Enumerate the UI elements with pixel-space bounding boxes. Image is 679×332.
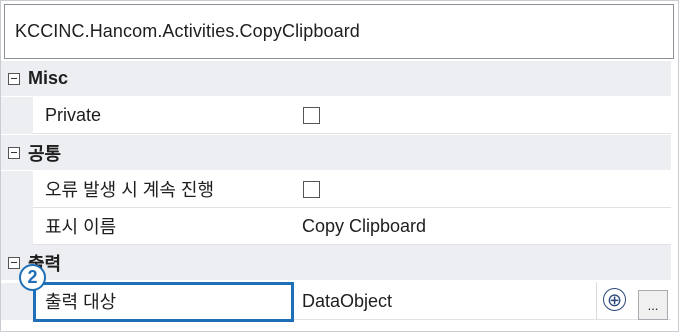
activity-type-label: KCCINC.Hancom.Activities.CopyClipboard <box>15 21 360 41</box>
property-name: 출력 대상 <box>33 283 292 320</box>
property-row-continue-on-error: 오류 발생 시 계속 진행 <box>1 171 671 208</box>
property-name: 오류 발생 시 계속 진행 <box>33 171 292 208</box>
collapse-icon[interactable] <box>8 256 20 269</box>
category-output[interactable]: 출력 <box>1 245 671 280</box>
ellipsis-label: ... <box>647 298 659 313</box>
plus-circle-icon: ⊕ <box>606 289 623 310</box>
category-label: 공통 <box>28 143 62 164</box>
step-number: 2 <box>27 267 38 287</box>
continue-on-error-checkbox[interactable] <box>303 180 320 198</box>
row-gutter <box>1 171 33 208</box>
property-name: Private <box>33 97 292 134</box>
property-value <box>292 97 671 134</box>
property-name: 표시 이름 <box>33 208 292 245</box>
property-row-output-target: 출력 대상 DataObject <box>1 283 671 320</box>
add-variable-icon[interactable]: ⊕ <box>603 288 626 311</box>
collapse-icon[interactable] <box>8 146 20 159</box>
step-number-badge: 2 <box>19 264 46 291</box>
category-label: Misc <box>28 68 69 88</box>
property-value <box>292 171 671 208</box>
property-row-display-name: 표시 이름 Copy Clipboard <box>1 208 671 245</box>
properties-panel: KCCINC.Hancom.Activities.CopyClipboard M… <box>0 0 679 332</box>
value-divider <box>596 282 597 319</box>
row-gutter <box>1 208 33 245</box>
collapse-icon[interactable] <box>8 72 20 85</box>
display-name-field[interactable]: Copy Clipboard <box>292 208 671 245</box>
property-row-private: Private <box>1 97 671 134</box>
output-target-value: DataObject <box>302 290 393 311</box>
category-common[interactable]: 공통 <box>1 135 671 170</box>
private-checkbox[interactable] <box>303 106 320 124</box>
more-options-button[interactable]: ... <box>638 290 668 320</box>
category-misc[interactable]: Misc <box>1 61 671 96</box>
row-gutter <box>1 97 33 134</box>
activity-type-title: KCCINC.Hancom.Activities.CopyClipboard <box>4 4 674 59</box>
